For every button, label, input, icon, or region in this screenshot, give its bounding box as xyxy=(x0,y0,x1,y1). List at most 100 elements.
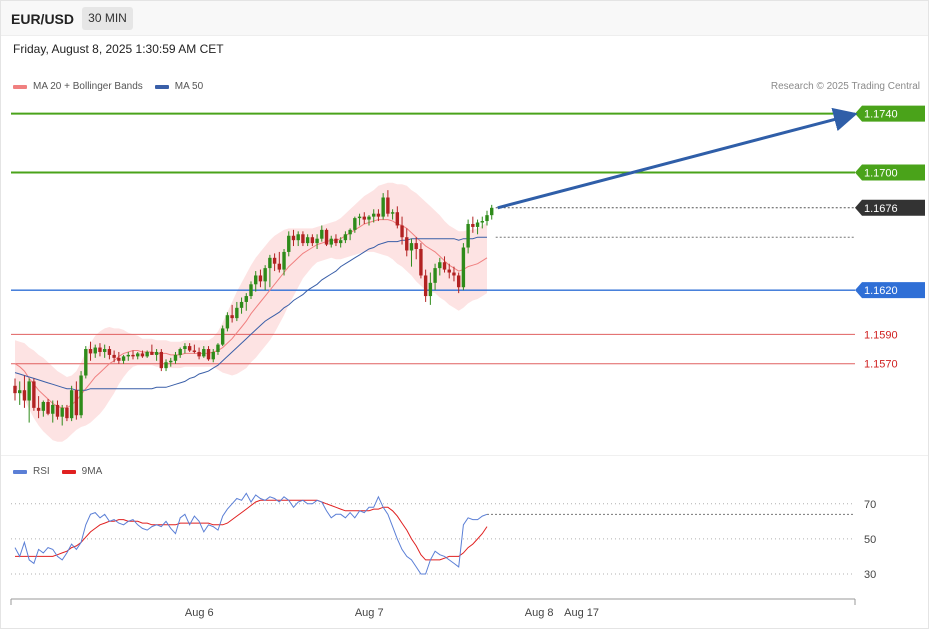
candle-body xyxy=(438,262,442,269)
candle-body xyxy=(329,238,333,245)
candle-body xyxy=(117,357,121,361)
candle-body xyxy=(22,390,27,401)
candle-body xyxy=(36,407,41,411)
candle-body xyxy=(372,213,376,217)
candle-body xyxy=(178,349,182,355)
candle-body xyxy=(405,237,409,251)
candle-body xyxy=(376,213,381,217)
candle-body xyxy=(79,375,83,416)
candle-body xyxy=(249,284,253,297)
candle-body xyxy=(93,347,97,354)
candle-body xyxy=(51,404,55,414)
candle-body xyxy=(254,275,258,285)
candle-body xyxy=(126,354,130,357)
candle-body xyxy=(338,240,343,244)
candle-body xyxy=(471,223,475,227)
candle-body xyxy=(46,401,50,414)
candle-body xyxy=(433,268,437,283)
candle-body xyxy=(461,247,466,288)
candle-body xyxy=(272,257,277,264)
candle-body xyxy=(400,225,404,238)
candle-body xyxy=(490,207,494,216)
candle-body xyxy=(187,346,192,351)
candle-body xyxy=(169,360,173,363)
candle-body xyxy=(98,347,102,352)
candle-body xyxy=(480,221,484,223)
candle-body xyxy=(343,234,348,241)
candle-body xyxy=(102,349,107,352)
rsi-tick-70: 70 xyxy=(864,499,876,511)
price-chart[interactable]: 1.1740 1.1700 1.1676 1.1620 1.1590 1.1570 70 5… xyxy=(0,0,929,629)
candle-body xyxy=(268,257,272,269)
candle-body xyxy=(107,349,112,355)
candle-body xyxy=(320,229,324,239)
candle-body xyxy=(381,197,385,217)
candle-body xyxy=(41,401,46,411)
candle-body xyxy=(442,262,447,270)
candle-body xyxy=(428,282,433,297)
level-label-1.1570: 1.1570 xyxy=(864,359,898,371)
candle-body xyxy=(301,234,305,244)
candle-body xyxy=(197,351,201,357)
candle-body xyxy=(287,235,291,252)
candle-body xyxy=(258,275,263,282)
rsi-tick-50: 50 xyxy=(864,534,876,546)
candle-body xyxy=(456,275,461,288)
candle-body xyxy=(121,356,126,361)
candle-body xyxy=(211,351,215,360)
candle-body xyxy=(230,315,234,319)
candle-body xyxy=(32,381,36,408)
candle-body xyxy=(367,216,371,220)
candle-body xyxy=(419,248,423,276)
candle-body xyxy=(154,351,159,355)
candle-body xyxy=(348,229,352,235)
candle-body xyxy=(447,269,451,273)
candle-body xyxy=(282,251,286,270)
candle-body xyxy=(244,296,248,302)
candle-body xyxy=(216,344,220,352)
candle-body xyxy=(310,237,315,244)
candle-body xyxy=(164,362,168,369)
candle-body xyxy=(150,351,154,355)
candle-body xyxy=(84,349,88,376)
level-label-1.1620: 1.1620 xyxy=(864,285,898,297)
candle-body xyxy=(60,407,64,417)
candle-body xyxy=(192,350,197,352)
candle-body xyxy=(220,328,225,345)
candle-body xyxy=(475,222,480,227)
candle-body xyxy=(131,354,135,357)
level-label-1.1590: 1.1590 xyxy=(864,329,898,341)
candle-body xyxy=(485,215,489,222)
candle-body xyxy=(423,275,428,297)
candle-body xyxy=(305,237,310,244)
candle-body xyxy=(362,216,366,220)
candle-body xyxy=(263,268,267,282)
candle-body xyxy=(277,263,282,270)
candle-body xyxy=(202,349,206,357)
candle-body xyxy=(159,351,164,369)
candle-body xyxy=(145,351,149,357)
candle-body xyxy=(18,390,22,394)
candle-body xyxy=(324,229,329,245)
pane-separator xyxy=(0,455,929,456)
candle-body xyxy=(291,235,296,241)
candle-body xyxy=(74,390,79,416)
candle-body xyxy=(466,223,470,248)
candle-body xyxy=(112,354,116,358)
candle-body xyxy=(69,390,74,419)
candle-body xyxy=(386,197,390,214)
candle-body xyxy=(65,407,69,419)
candle-body xyxy=(140,353,145,357)
x-tick-label: Aug 7 xyxy=(355,607,384,619)
candle-body xyxy=(136,353,140,357)
level-label-1.1700: 1.1700 xyxy=(864,167,898,179)
rsi-tick-30: 30 xyxy=(864,569,876,581)
candle-body xyxy=(173,354,178,361)
candle-body xyxy=(452,272,456,276)
candle-body xyxy=(235,307,239,319)
candle-body xyxy=(239,301,244,308)
candle-body xyxy=(296,234,300,241)
candle-body xyxy=(409,243,414,251)
candle-body xyxy=(395,212,400,226)
candle-body xyxy=(353,218,357,230)
